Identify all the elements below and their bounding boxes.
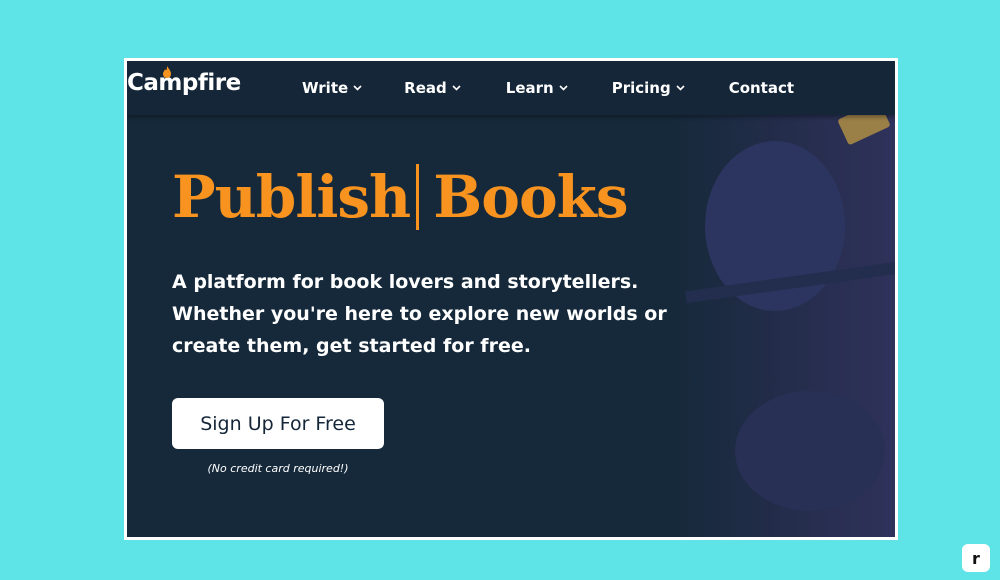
top-navigation: Campfire Write Read Learn Pricing Contac…: [127, 61, 895, 115]
chevron-down-icon: [676, 85, 685, 91]
hero-description: A platform for book lovers and storytell…: [172, 271, 667, 357]
chevron-down-icon: [353, 85, 362, 91]
nav-item-read[interactable]: Read: [404, 79, 461, 97]
flame-icon: [163, 66, 171, 78]
nav-item-contact[interactable]: Contact: [729, 79, 794, 97]
website: Campfire Write Read Learn Pricing Contac…: [127, 61, 895, 537]
nav-item-pricing[interactable]: Pricing: [612, 79, 685, 97]
nav-item-write[interactable]: Write: [302, 79, 362, 97]
nav-item-learn[interactable]: Learn: [506, 79, 568, 97]
chevron-down-icon: [452, 85, 461, 91]
typing-caret: [416, 164, 420, 230]
no-credit-card-note: (No credit card required!): [207, 462, 349, 475]
campfire-logo[interactable]: Campfire: [127, 66, 241, 96]
hero-title: Publish Books: [172, 163, 628, 231]
chevron-down-icon: [559, 85, 568, 91]
nav-item-label: Read: [404, 79, 447, 97]
nav-menu: Write Read Learn Pricing Contact: [302, 61, 794, 115]
corner-badge: r: [962, 544, 990, 572]
screenshot-frame: Campfire Write Read Learn Pricing Contac…: [124, 58, 898, 540]
nav-item-label: Contact: [728, 79, 795, 97]
hero-title-word-1: Publish: [172, 163, 411, 231]
nav-item-label: Write: [302, 79, 349, 97]
sign-up-button[interactable]: Sign Up For Free: [172, 398, 384, 449]
logo-text: Campfire: [127, 70, 241, 96]
nav-item-label: Pricing: [611, 79, 671, 97]
hero-title-word-2: Books: [433, 163, 628, 231]
nav-item-label: Learn: [505, 79, 554, 97]
